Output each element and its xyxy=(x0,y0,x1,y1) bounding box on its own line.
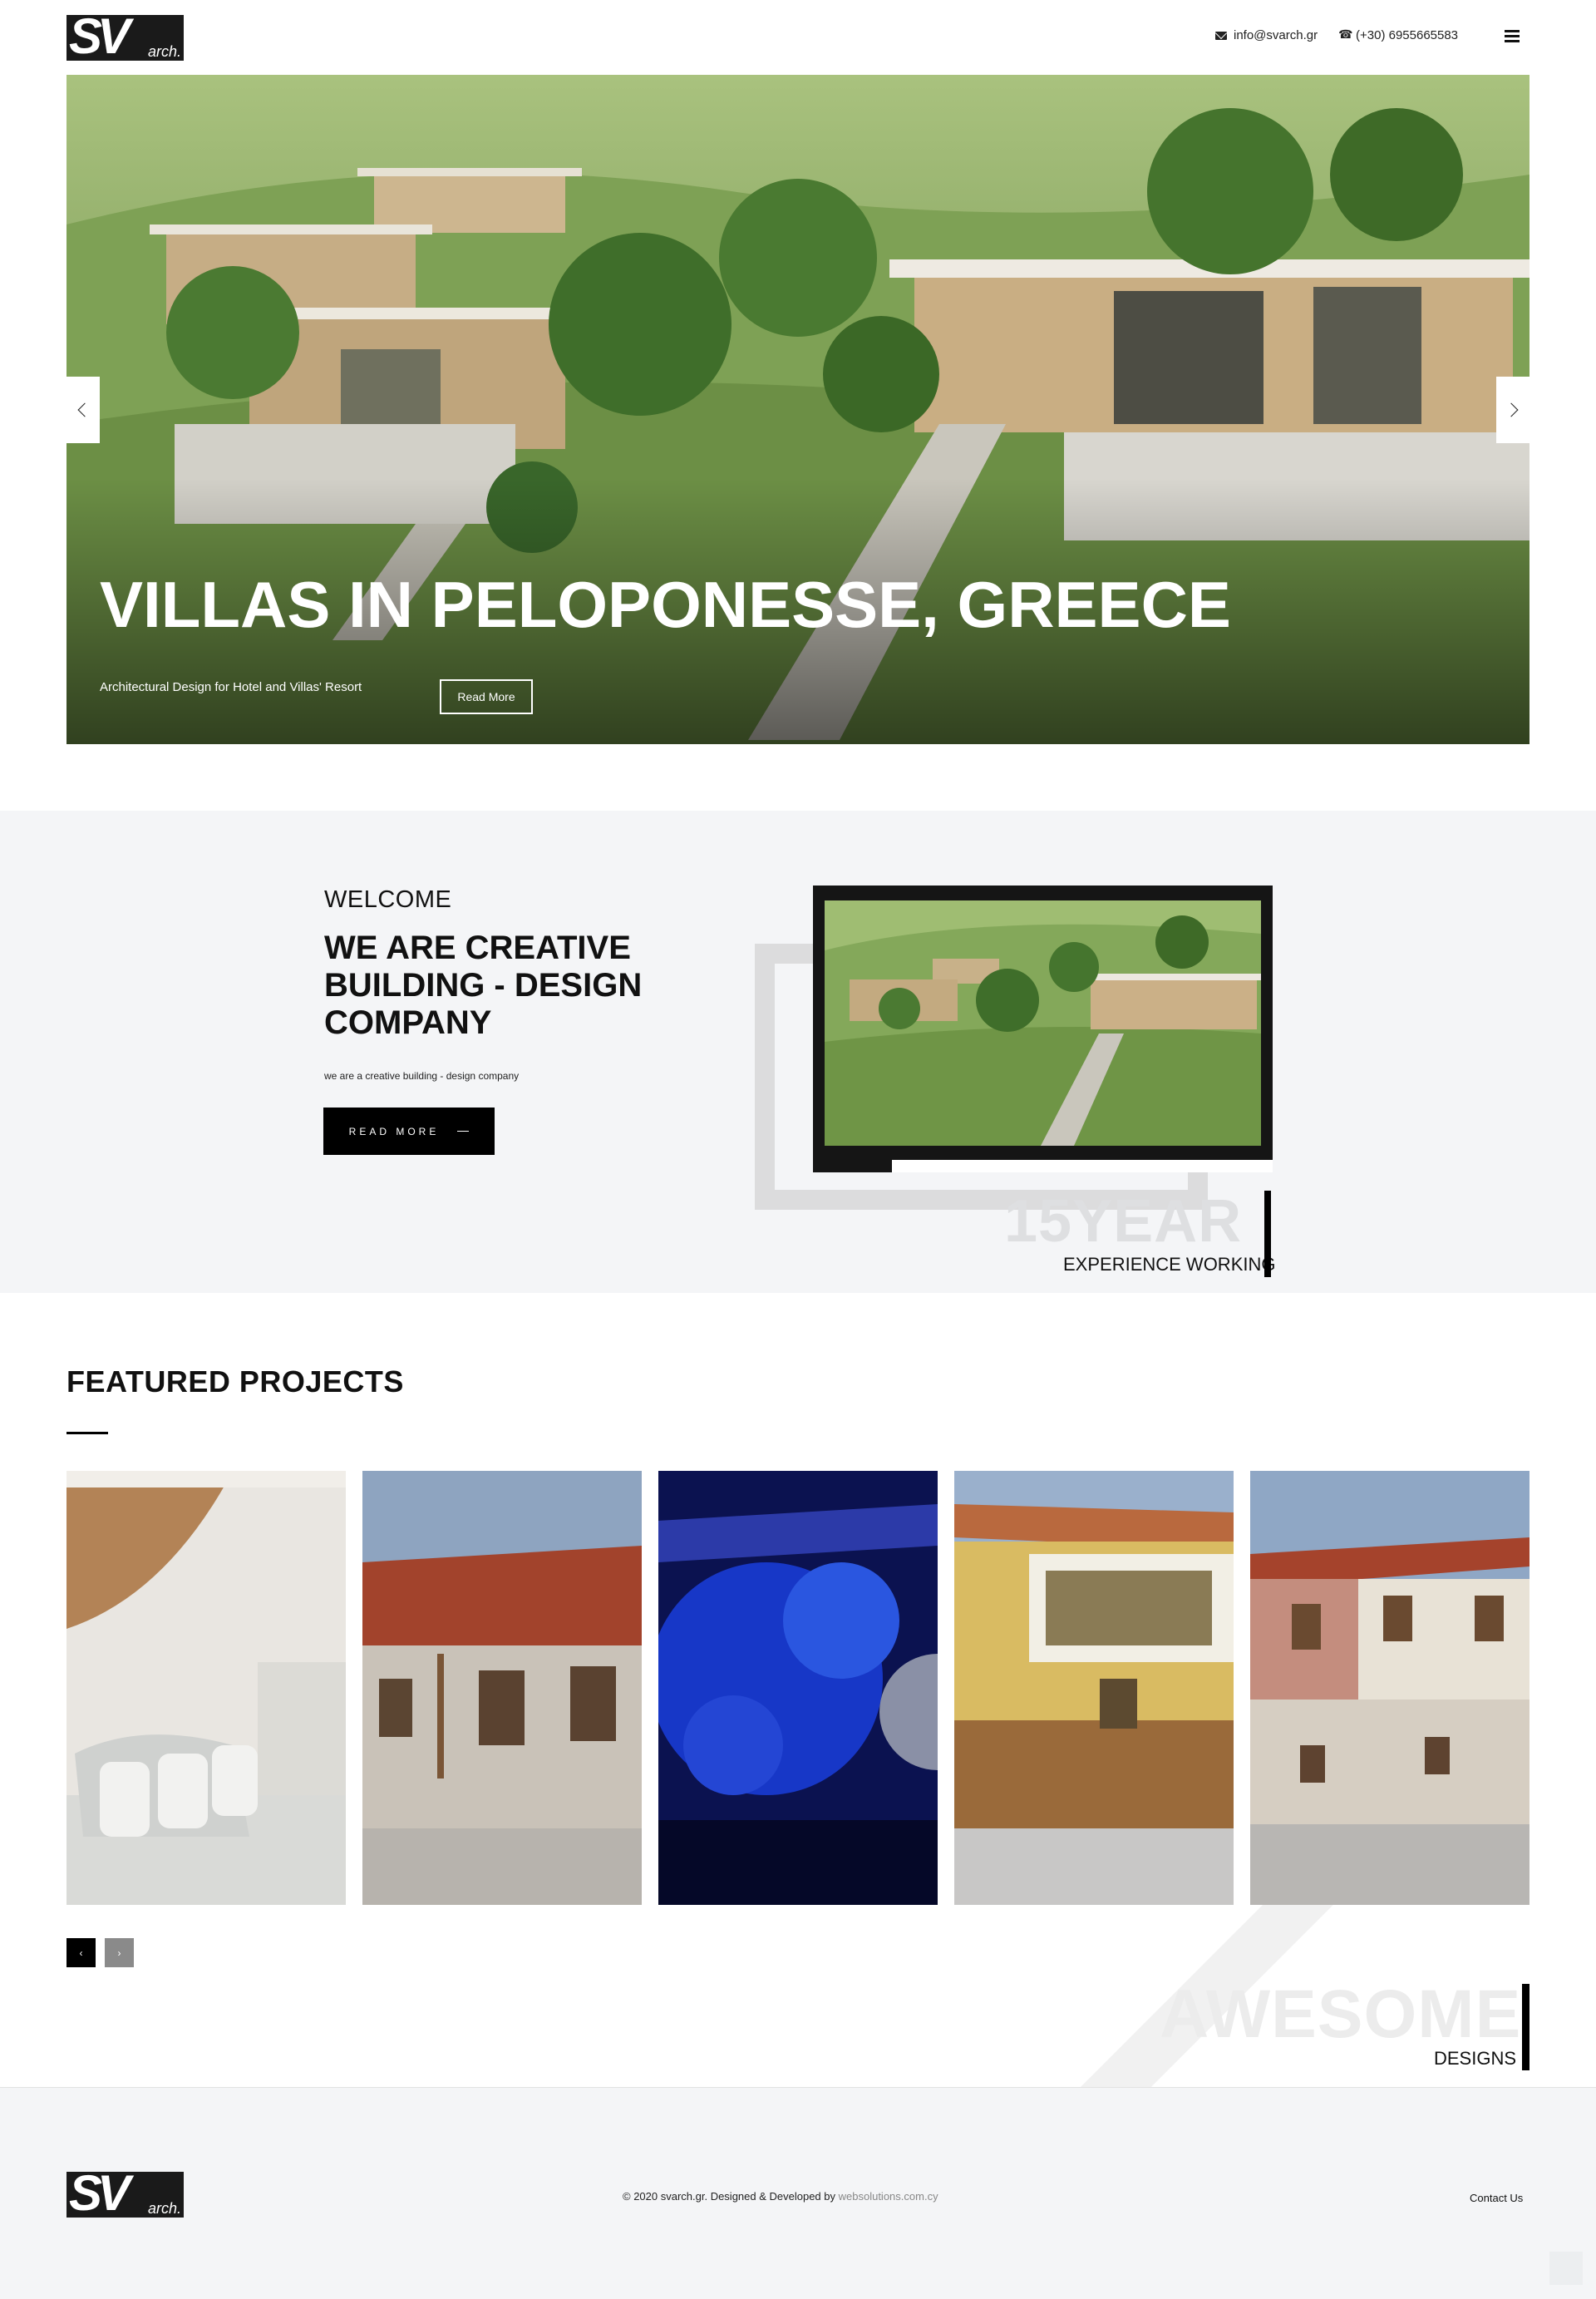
phone-icon xyxy=(1339,31,1349,41)
project-image-spa xyxy=(66,1471,346,1905)
carousel-next-button[interactable]: › xyxy=(105,1938,134,1967)
logo-suffix: arch. xyxy=(147,2200,181,2217)
awesome-caption: DESIGNS xyxy=(1434,2048,1517,2069)
welcome-label: WELCOME xyxy=(324,886,452,913)
hero-slider: VILLAS IN PELOPONESSE, GREECE Architectu… xyxy=(66,75,1530,744)
hero-subtitle: Architectural Design for Hotel and Villa… xyxy=(100,680,362,694)
header-phone[interactable]: (+30) 6955665583 xyxy=(1339,28,1458,42)
featured-title: FEATURED PROJECTS xyxy=(66,1364,404,1399)
experience-number: 15YEAR xyxy=(1004,1188,1243,1255)
experience-accent-bar xyxy=(1264,1191,1271,1277)
villa-photo xyxy=(825,900,1261,1146)
copyright-text: © 2020 svarch.gr. Designed & Developed b… xyxy=(623,2190,938,2203)
awesome-word: AWESOME xyxy=(1160,1976,1522,2052)
welcome-read-more-button[interactable]: READ MORE xyxy=(323,1108,495,1155)
project-image-yellow-house xyxy=(954,1471,1234,1905)
hero-title: VILLAS IN PELOPONESSE, GREECE xyxy=(100,568,1231,641)
logo-suffix: arch. xyxy=(147,43,181,60)
envelope-icon xyxy=(1215,31,1227,40)
logo-mark: SV xyxy=(69,2172,131,2218)
project-card[interactable] xyxy=(1250,1471,1530,1905)
awesome-accent-bar xyxy=(1522,1984,1530,2070)
welcome-heading: WE ARE CREATIVE BUILDING - DESIGN COMPAN… xyxy=(324,930,643,1041)
experience-caption: EXPERIENCE WORKING xyxy=(1063,1254,1276,1275)
project-image-traditional-house xyxy=(1250,1471,1530,1905)
welcome-image xyxy=(813,886,1273,1172)
welcome-text: we are a creative building - design comp… xyxy=(324,1070,520,1082)
carousel-prev-button[interactable]: ‹ xyxy=(66,1938,96,1967)
footer-logo[interactable]: SV arch. xyxy=(66,2172,184,2218)
developer-link[interactable]: websolutions.com.cy xyxy=(839,2190,938,2203)
project-card[interactable] xyxy=(66,1471,346,1905)
dash-icon xyxy=(457,1131,470,1132)
chevron-right-icon[interactable] xyxy=(1496,377,1530,443)
menu-icon[interactable] xyxy=(1505,30,1520,42)
project-card[interactable] xyxy=(954,1471,1234,1905)
project-image-blue-interior xyxy=(658,1471,938,1905)
featured-underline xyxy=(66,1432,108,1434)
project-card[interactable] xyxy=(658,1471,938,1905)
scroll-top-button[interactable] xyxy=(1549,2252,1583,2285)
chevron-left-icon[interactable] xyxy=(66,377,100,443)
header-phone-text: (+30) 6955665583 xyxy=(1356,28,1459,42)
header-email[interactable]: info@svarch.gr xyxy=(1215,28,1318,42)
copyright-label: © 2020 svarch.gr. Designed & Developed b… xyxy=(623,2190,839,2203)
project-card[interactable] xyxy=(362,1471,642,1905)
welcome-read-more-label: READ MORE xyxy=(348,1125,440,1137)
site-footer: SV arch. © 2020 svarch.gr. Designed & De… xyxy=(0,2087,1596,2299)
photo-caption-strip xyxy=(892,1160,1273,1172)
project-image-stone-house xyxy=(362,1471,642,1905)
footer-contact-link[interactable]: Contact Us xyxy=(1470,2192,1523,2204)
welcome-section: WELCOME WE ARE CREATIVE BUILDING - DESIG… xyxy=(0,811,1596,1293)
header-email-text: info@svarch.gr xyxy=(1234,28,1318,42)
site-logo[interactable]: SV arch. xyxy=(66,15,184,61)
hero-read-more-button[interactable]: Read More xyxy=(440,679,533,714)
logo-mark: SV xyxy=(69,15,131,61)
site-header: SV arch. info@svarch.gr (+30) 6955665583 xyxy=(0,0,1596,75)
